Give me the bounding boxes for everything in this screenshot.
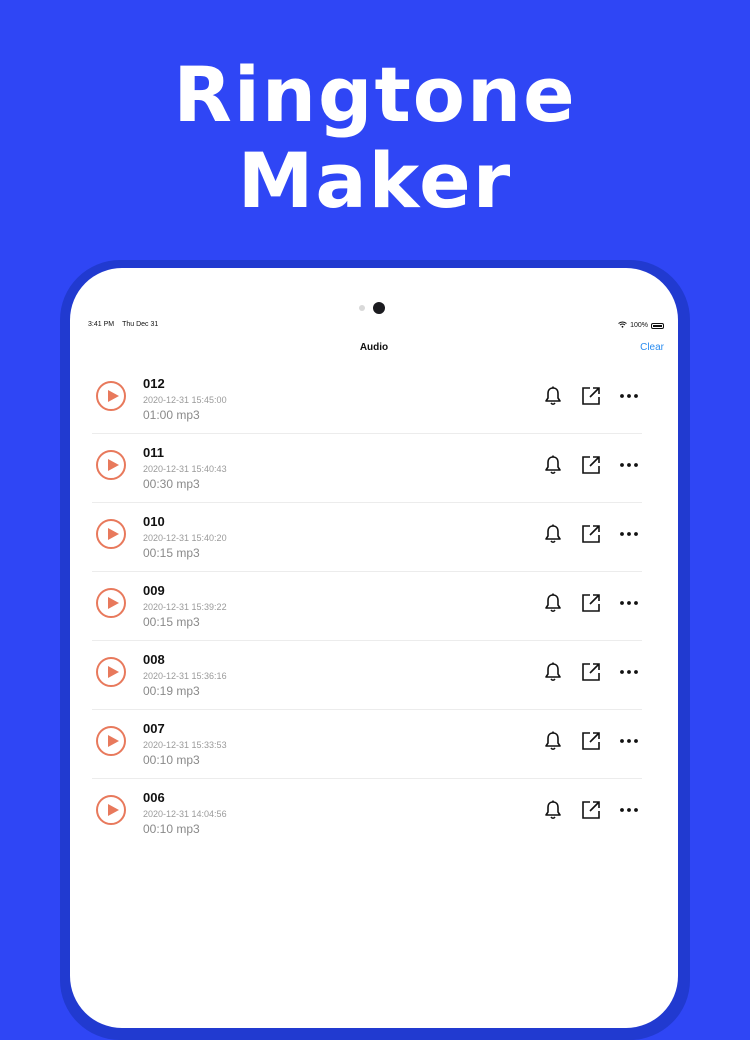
more-icon[interactable] xyxy=(618,730,640,752)
row-actions xyxy=(542,592,640,614)
share-icon[interactable] xyxy=(580,454,602,476)
row-actions xyxy=(542,454,640,476)
battery-icon xyxy=(651,322,664,329)
status-bar: 3:41 PM Thu Dec 31 100% xyxy=(88,321,664,331)
bell-icon[interactable] xyxy=(542,592,564,614)
sensor-dot xyxy=(359,305,365,311)
more-icon[interactable] xyxy=(618,454,640,476)
bell-icon[interactable] xyxy=(542,523,564,545)
promo-title: Ringtone Maker xyxy=(0,52,750,224)
audio-list: 012 2020-12-31 15:45:00 01:00 mp3 011 20… xyxy=(92,366,642,848)
play-icon[interactable] xyxy=(96,588,126,618)
audio-name: 006 xyxy=(143,790,165,805)
bell-icon[interactable] xyxy=(542,799,564,821)
bell-icon[interactable] xyxy=(542,730,564,752)
audio-name: 012 xyxy=(143,376,165,391)
bell-icon[interactable] xyxy=(542,454,564,476)
more-icon[interactable] xyxy=(618,799,640,821)
play-icon[interactable] xyxy=(96,657,126,687)
share-icon[interactable] xyxy=(580,385,602,407)
status-date: Thu Dec 31 xyxy=(122,321,159,328)
audio-row[interactable]: 009 2020-12-31 15:39:22 00:15 mp3 xyxy=(92,573,642,641)
bell-icon[interactable] xyxy=(542,385,564,407)
app-screen: 3:41 PM Thu Dec 31 100% Audio Clear 012 2… xyxy=(70,268,678,1028)
audio-date: 2020-12-31 15:36:16 xyxy=(143,671,227,681)
audio-row[interactable]: 011 2020-12-31 15:40:43 00:30 mp3 xyxy=(92,435,642,503)
play-icon[interactable] xyxy=(96,726,126,756)
audio-row[interactable]: 006 2020-12-31 14:04:56 00:10 mp3 xyxy=(92,780,642,847)
share-icon[interactable] xyxy=(580,523,602,545)
audio-name: 010 xyxy=(143,514,165,529)
audio-row[interactable]: 012 2020-12-31 15:45:00 01:00 mp3 xyxy=(92,366,642,434)
more-icon[interactable] xyxy=(618,523,640,545)
front-camera xyxy=(373,302,385,314)
audio-duration-format: 00:10 mp3 xyxy=(143,822,200,836)
row-actions xyxy=(542,730,640,752)
audio-name: 008 xyxy=(143,652,165,667)
audio-name: 007 xyxy=(143,721,165,736)
audio-name: 011 xyxy=(143,445,164,460)
play-icon[interactable] xyxy=(96,795,126,825)
promo-title-line1: Ringtone xyxy=(173,50,577,139)
audio-date: 2020-12-31 15:33:53 xyxy=(143,740,227,750)
share-icon[interactable] xyxy=(580,592,602,614)
audio-duration-format: 01:00 mp3 xyxy=(143,408,200,422)
audio-date: 2020-12-31 15:39:22 xyxy=(143,602,227,612)
battery-percent: 100% xyxy=(630,322,648,329)
more-icon[interactable] xyxy=(618,592,640,614)
row-actions xyxy=(542,661,640,683)
audio-duration-format: 00:15 mp3 xyxy=(143,546,200,560)
row-actions xyxy=(542,523,640,545)
play-icon[interactable] xyxy=(96,450,126,480)
share-icon[interactable] xyxy=(580,661,602,683)
row-actions xyxy=(542,385,640,407)
play-icon[interactable] xyxy=(96,381,126,411)
audio-duration-format: 00:15 mp3 xyxy=(143,615,200,629)
play-icon[interactable] xyxy=(96,519,126,549)
audio-duration-format: 00:19 mp3 xyxy=(143,684,200,698)
page-title: Audio xyxy=(359,342,389,353)
share-icon[interactable] xyxy=(580,799,602,821)
audio-row[interactable]: 010 2020-12-31 15:40:20 00:15 mp3 xyxy=(92,504,642,572)
more-icon[interactable] xyxy=(618,385,640,407)
bell-icon[interactable] xyxy=(542,661,564,683)
audio-row[interactable]: 007 2020-12-31 15:33:53 00:10 mp3 xyxy=(92,711,642,779)
share-icon[interactable] xyxy=(580,730,602,752)
clear-button[interactable]: Clear xyxy=(640,342,664,353)
row-actions xyxy=(542,799,640,821)
more-icon[interactable] xyxy=(618,661,640,683)
promo-title-line2: Maker xyxy=(237,136,513,225)
navigation-bar: Audio Clear xyxy=(70,340,678,358)
audio-duration-format: 00:10 mp3 xyxy=(143,753,200,767)
audio-date: 2020-12-31 15:40:20 xyxy=(143,533,227,543)
wifi-icon xyxy=(618,321,627,330)
audio-name: 009 xyxy=(143,583,165,598)
audio-duration-format: 00:30 mp3 xyxy=(143,477,200,491)
audio-row[interactable]: 008 2020-12-31 15:36:16 00:19 mp3 xyxy=(92,642,642,710)
audio-date: 2020-12-31 14:04:56 xyxy=(143,809,227,819)
status-time: 3:41 PM xyxy=(88,321,115,328)
audio-date: 2020-12-31 15:40:43 xyxy=(143,464,227,474)
audio-date: 2020-12-31 15:45:00 xyxy=(143,395,227,405)
